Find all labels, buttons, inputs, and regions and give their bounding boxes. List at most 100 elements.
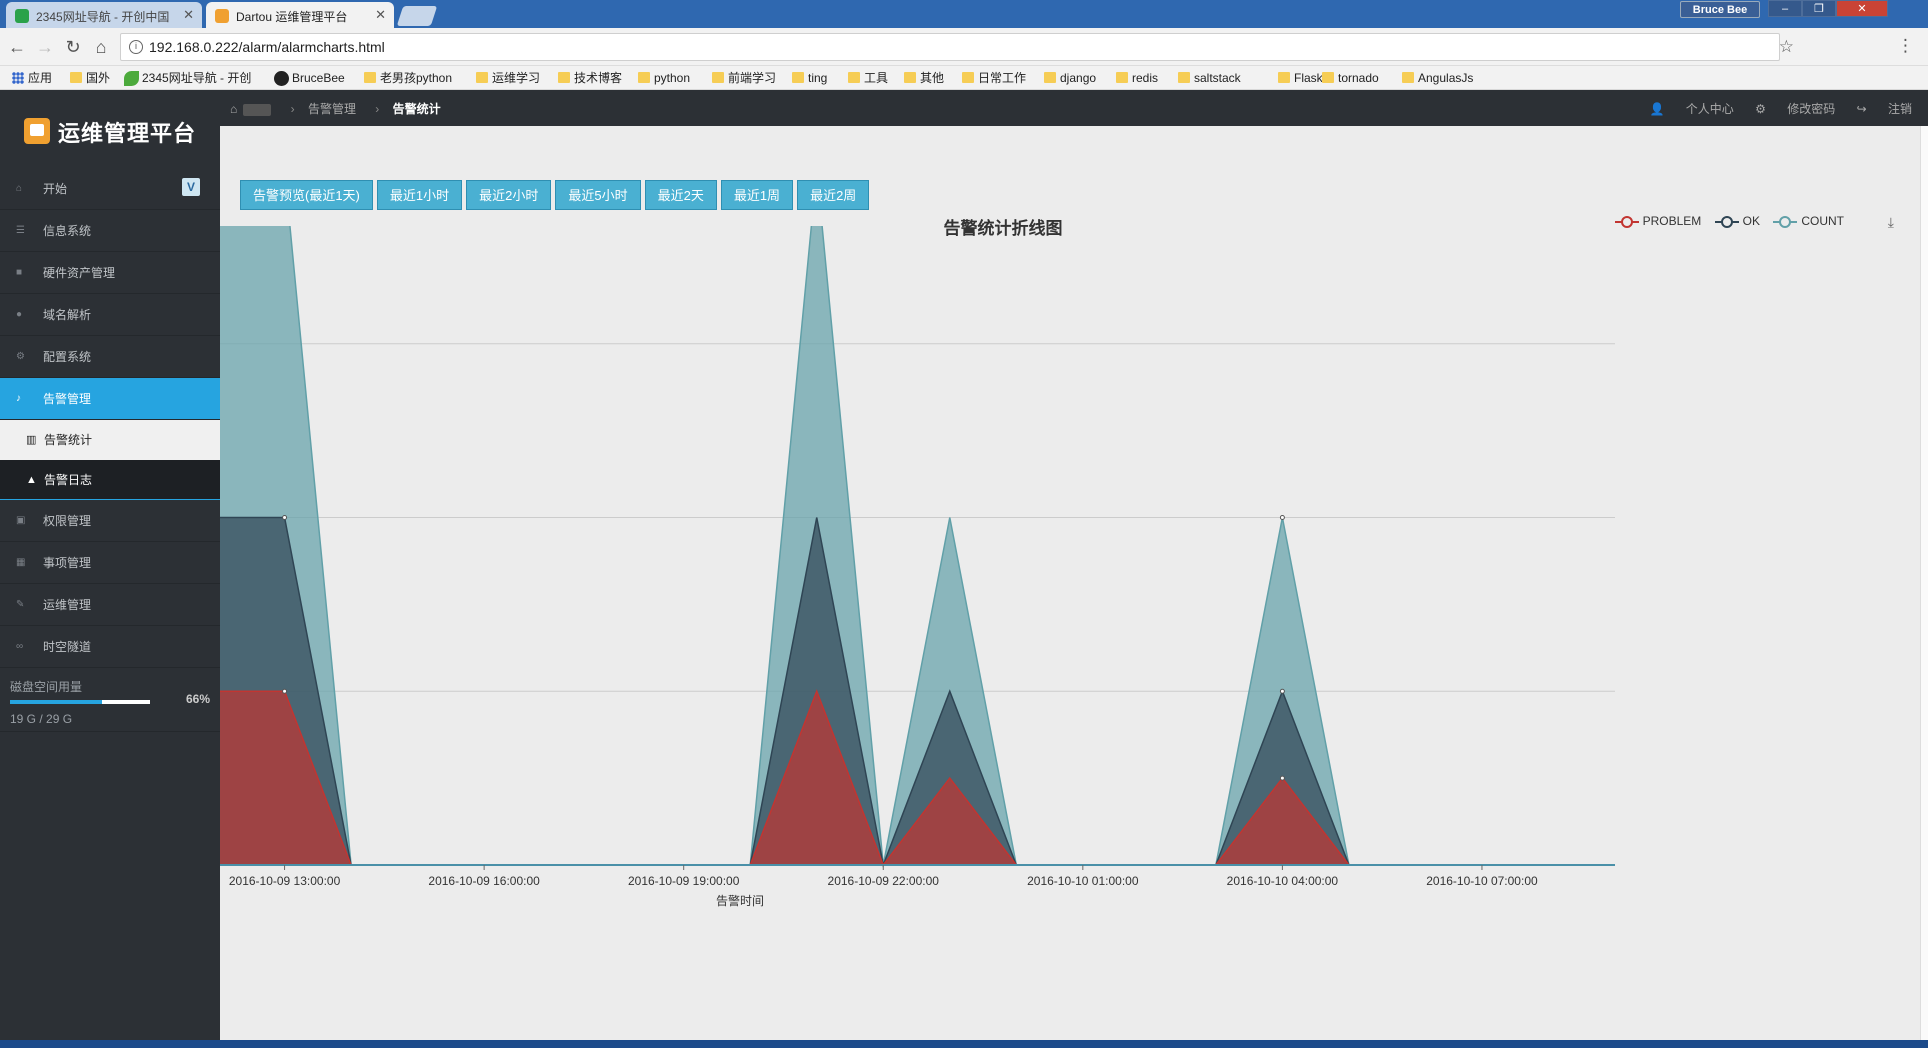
breadcrumb-home[interactable]: [243, 103, 272, 116]
tab-title: Dartou 运维管理平台: [236, 10, 348, 24]
sidebar-subitem-alarm-log[interactable]: ▲ 告警日志: [0, 460, 220, 500]
data-point: [282, 688, 288, 694]
sidebar-subitem-alarm-stats[interactable]: ▥ 告警统计: [0, 420, 220, 460]
breadcrumb-parent[interactable]: 告警管理: [308, 102, 356, 116]
bookmark-folder[interactable]: ting: [790, 69, 827, 87]
range-button-1hour[interactable]: 最近1小时: [376, 180, 463, 210]
sidebar-item-config[interactable]: ⚙ 配置系统: [0, 336, 220, 378]
sidebar-item-tunnel[interactable]: ∞ 时空隧道: [0, 626, 220, 668]
range-button-5hours[interactable]: 最近5小时: [555, 180, 641, 210]
sidebar-badge[interactable]: V: [182, 178, 200, 196]
folder-icon: [364, 72, 376, 83]
bookmark-folder[interactable]: 国外: [68, 69, 110, 87]
bookmark-folder[interactable]: redis: [1114, 69, 1158, 87]
range-button-2days[interactable]: 最近2天: [644, 180, 717, 210]
range-button-2hours[interactable]: 最近2小时: [466, 180, 552, 210]
apps-grid-icon: [12, 72, 24, 84]
home-icon[interactable]: ⌂: [230, 102, 237, 116]
folder-icon: [1322, 72, 1334, 83]
info-icon[interactable]: i: [129, 40, 143, 54]
breadcrumb: ⌂ › 告警管理 › 告警统计: [230, 100, 447, 117]
window-minimize-button[interactable]: ‒: [1768, 0, 1802, 17]
window-maximize-button[interactable]: ❐: [1802, 0, 1836, 17]
tab-close-icon[interactable]: ✕: [183, 7, 194, 23]
bookmark-folder[interactable]: AngulasJs: [1400, 69, 1473, 87]
window-close-button[interactable]: ✕: [1836, 0, 1888, 17]
folder-icon: [1278, 72, 1290, 83]
disk-usage-bar-fill: [10, 700, 103, 704]
folder-icon: [476, 72, 488, 83]
browser-tab-2345[interactable]: 2345网址导航 - 开创中国 ✕: [6, 2, 202, 28]
x-axis-label: 告警时间: [716, 893, 764, 908]
url-text: 192.168.0.222/alarm/alarmcharts.html: [149, 39, 385, 55]
sidebar-item-tasks[interactable]: ▦ 事项管理: [0, 542, 220, 584]
new-tab-button[interactable]: [396, 6, 438, 26]
bookmark-folder[interactable]: django: [1042, 69, 1096, 87]
bookmark-folder[interactable]: 老男孩python: [362, 69, 452, 87]
right-edge-strip: [1920, 126, 1928, 1048]
bookmark-folder[interactable]: 运维学习: [474, 69, 540, 87]
home-icon[interactable]: ⌂: [90, 36, 112, 58]
bookmark-folder[interactable]: tornado: [1320, 69, 1379, 87]
list-icon: ☰: [16, 225, 25, 236]
sidebar-item-alarm[interactable]: ♪ 告警管理: [0, 378, 220, 420]
bookmark-link[interactable]: 2345网址导航 - 开创: [124, 69, 251, 87]
sidebar-item-ops[interactable]: ✎ 运维管理: [0, 584, 220, 626]
bookmark-folder[interactable]: Flask: [1276, 69, 1323, 87]
wrench-icon: ✎: [16, 599, 25, 610]
sidebar: ⌂ 开始 V ☰ 信息系统 ■ 硬件资产管理 ● 域名解析 ⚙ 配置系统 ♪ 告警管理 ▥ 告警…: [0, 168, 220, 1048]
disk-usage-bar: [10, 700, 150, 704]
folder-icon: [1044, 72, 1056, 83]
sidebar-item-dns[interactable]: ● 域名解析: [0, 294, 220, 336]
range-button-1day[interactable]: 告警预览(最近1天): [240, 180, 373, 210]
brand[interactable]: 运维管理平台: [0, 90, 220, 168]
x-tick-label: 2016-10-10 04:00:00: [1227, 874, 1339, 888]
tab-close-icon[interactable]: ✕: [375, 7, 386, 23]
bookmark-folder[interactable]: 工具: [846, 69, 888, 87]
breadcrumb-separator-icon: ›: [375, 102, 380, 116]
bookmark-folder[interactable]: 日常工作: [960, 69, 1026, 87]
logout-link[interactable]: ↪ 注销: [1857, 102, 1912, 116]
folder-icon: [1178, 72, 1190, 83]
bookmark-star-icon[interactable]: ☆: [1779, 37, 1794, 57]
folder-icon: [904, 72, 916, 83]
home-icon: ⌂: [16, 183, 23, 194]
bookmark-folder[interactable]: saltstack: [1176, 69, 1241, 87]
disk-usage: 磁盘空间用量 66% 19 G / 29 G: [0, 668, 220, 732]
user-menu: 👤 个人中心 ⚙ 修改密码 ↪ 注销: [1632, 100, 1913, 117]
browser-toolbar: ← → ↻ ⌂ i 192.168.0.222/alarm/alarmchart…: [0, 28, 1928, 66]
browser-user-chip[interactable]: Bruce Bee: [1680, 1, 1760, 18]
bookmark-folder[interactable]: 前端学习: [710, 69, 776, 87]
browser-menu-icon[interactable]: ⋮: [1897, 36, 1914, 56]
data-point: [282, 515, 288, 520]
bookmark-folder[interactable]: 技术博客: [556, 69, 622, 87]
bookmark-link[interactable]: BruceBee: [274, 69, 345, 87]
tab-favicon-icon: [15, 9, 29, 23]
range-button-2weeks[interactable]: 最近2周: [797, 180, 870, 210]
sidebar-item-start[interactable]: ⌂ 开始 V: [0, 168, 220, 210]
browser-tab-bar: 2345网址导航 - 开创中国 ✕ Dartou 运维管理平台 ✕ Bruce …: [0, 0, 1928, 28]
bookmark-apps[interactable]: 应用: [10, 69, 52, 87]
bookmark-folder[interactable]: 其他: [902, 69, 944, 87]
range-button-1week[interactable]: 最近1周: [720, 180, 794, 210]
profile-link[interactable]: 👤 个人中心: [1650, 102, 1734, 116]
disk-usage-label: 磁盘空间用量: [10, 680, 83, 694]
reload-icon[interactable]: ↻: [62, 36, 84, 58]
address-bar[interactable]: i 192.168.0.222/alarm/alarmcharts.html: [120, 33, 1780, 61]
forward-arrow-icon[interactable]: →: [34, 36, 56, 58]
bookmark-folder[interactable]: python: [636, 69, 690, 87]
change-password-link[interactable]: ⚙ 修改密码: [1755, 102, 1835, 116]
legend-marker-icon: [1714, 215, 1739, 228]
disk-usage-sizes: 19 G / 29 G: [10, 712, 73, 726]
breadcrumb-separator-icon: ›: [290, 102, 295, 116]
breadcrumb-current: 告警统计: [392, 102, 441, 116]
x-tick-label: 2016-10-10 01:00:00: [1027, 874, 1139, 888]
sidebar-item-info-system[interactable]: ☰ 信息系统: [0, 210, 220, 252]
browser-tab-dartou[interactable]: Dartou 运维管理平台 ✕: [206, 2, 394, 28]
back-arrow-icon[interactable]: ←: [6, 36, 28, 58]
folder-icon: [638, 72, 650, 83]
x-tick-label: 2016-10-10 07:00:00: [1426, 874, 1538, 888]
sidebar-item-permissions[interactable]: ▣ 权限管理: [0, 500, 220, 542]
sidebar-item-hardware-assets[interactable]: ■ 硬件资产管理: [0, 252, 220, 294]
app-header: 运维管理平台 ⌂ › 告警管理 › 告警统计 👤 个人中心 ⚙ 修改密码 ↪ 注…: [0, 90, 1928, 168]
